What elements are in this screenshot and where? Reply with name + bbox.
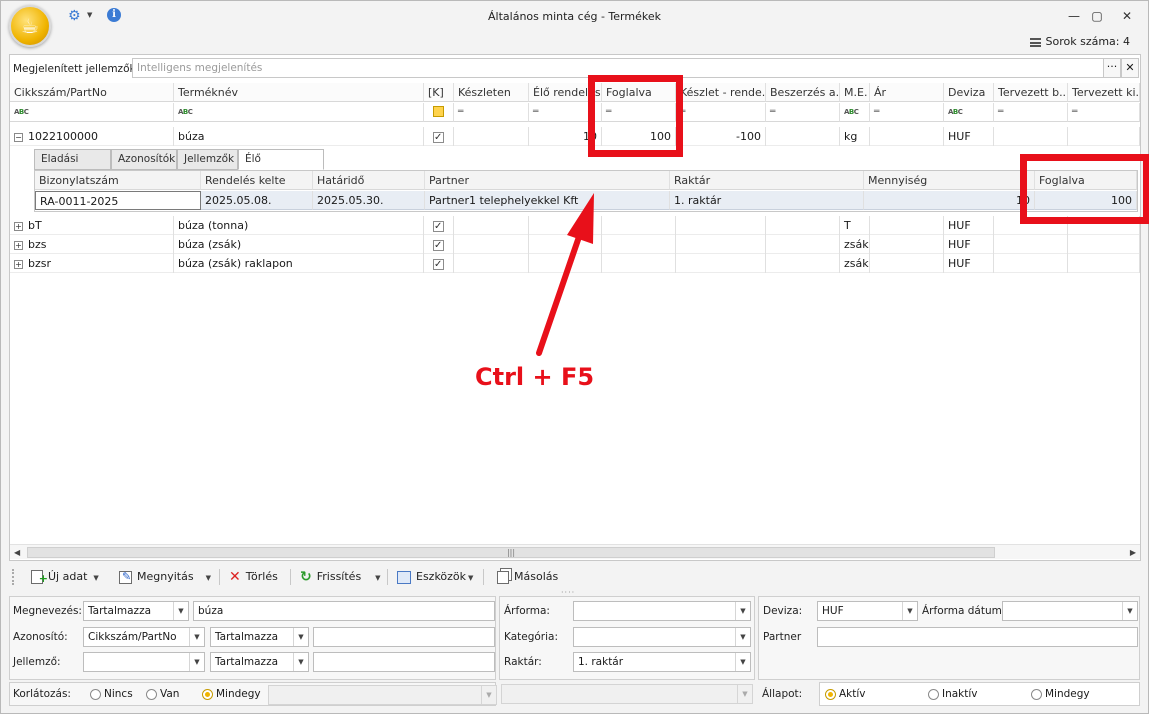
app-window: ☕ ⚙ ▼ i Általános minta cég - Termékek —… — [0, 0, 1149, 714]
arrow-head — [567, 193, 594, 244]
arrow-shaft — [536, 228, 584, 356]
annotation-text: Ctrl + F5 — [475, 363, 595, 391]
annotation-arrow — [536, 193, 594, 356]
